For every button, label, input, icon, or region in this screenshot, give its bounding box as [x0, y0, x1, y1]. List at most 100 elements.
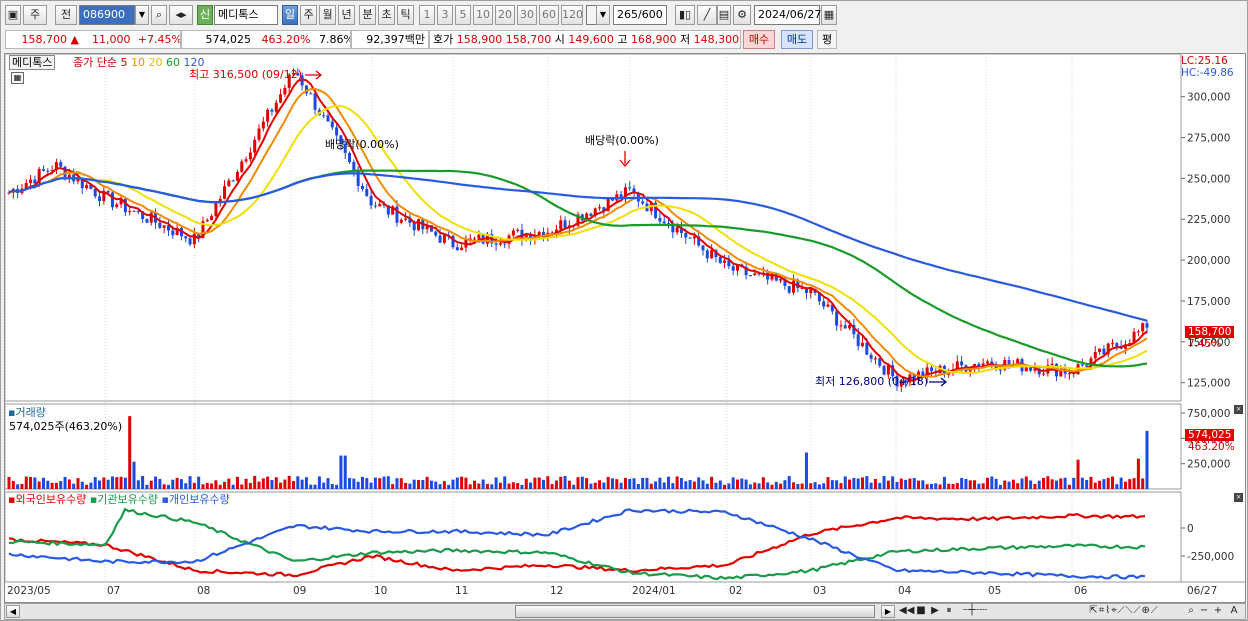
interval-60-button[interactable]: 60 — [539, 5, 559, 25]
volume-bar — [451, 479, 455, 489]
period-year-tab[interactable]: 년 — [338, 5, 355, 25]
count-field[interactable]: 265/600 — [613, 5, 667, 25]
volume-bar — [615, 479, 619, 489]
interval-dropdown-icon[interactable]: ▼ — [596, 5, 610, 25]
play-icon[interactable]: ▶ — [929, 605, 941, 618]
volume-bar — [1085, 479, 1089, 489]
period-week-tab[interactable]: 주 — [300, 5, 317, 25]
holding-y-tick-label: 0 — [1187, 523, 1194, 535]
chart-scrollbar[interactable]: ◀ ▶ ◀◀ ■ ▶ ⏸ ┈┼┈┈ ⇱⌗⌇⌖⟋⟍⟋⊕⟋ ⌕ − + A — [4, 603, 1246, 620]
interval-5-button[interactable]: 5 — [455, 5, 471, 25]
scroll-left-icon[interactable]: ◀ — [6, 605, 20, 618]
interval-20-button[interactable]: 20 — [495, 5, 515, 25]
volume-bar — [106, 479, 110, 489]
interval-3-button[interactable]: 3 — [437, 5, 453, 25]
plus-icon[interactable]: + — [1211, 605, 1225, 618]
volume-bar — [266, 476, 270, 489]
market-select[interactable]: 주 — [23, 5, 47, 25]
volume-bar — [343, 455, 347, 489]
volume-bar — [766, 482, 770, 489]
search-icon[interactable]: ⌕ — [151, 5, 167, 25]
candle-body — [929, 367, 933, 372]
interval-120-button[interactable]: 120 — [561, 5, 583, 25]
legend-institution-text: 기관보유수량 — [97, 493, 159, 506]
scroll-thumb[interactable] — [515, 605, 875, 618]
gear-icon[interactable]: ⚙ — [733, 5, 751, 25]
candle-body — [1067, 373, 1071, 375]
candle-body — [563, 220, 567, 228]
stock-name-field[interactable]: 메디톡스 — [214, 5, 278, 25]
volume-bar — [861, 477, 864, 489]
interval-1-button[interactable]: 1 — [419, 5, 435, 25]
window-icon[interactable]: ▣ — [5, 5, 21, 25]
volume-panel-close-icon[interactable]: × — [1234, 405, 1243, 414]
candle-body — [809, 289, 813, 294]
font-size-icon[interactable]: A — [1227, 605, 1241, 618]
volume-bar — [214, 480, 218, 489]
date-field[interactable]: 2024/06/27 — [754, 5, 821, 25]
volume-bar — [378, 478, 382, 489]
draw-tool-icon[interactable]: ╱ — [697, 5, 717, 25]
candle-icon[interactable]: ▮▯ — [675, 5, 695, 25]
chart-area[interactable]: 300,000 275,000 250,000 225,000 200,000 175,0… — [4, 53, 1246, 603]
interval-10-button[interactable]: 10 — [473, 5, 493, 25]
candle-body — [658, 217, 662, 222]
low-value: 148,300 — [693, 33, 740, 46]
period-second-tab[interactable]: 초 — [378, 5, 395, 25]
minus-icon[interactable]: − — [1198, 605, 1210, 618]
volume-bar — [705, 483, 709, 489]
volume-bar — [1080, 477, 1084, 489]
period-tick-tab[interactable]: 틱 — [397, 5, 414, 25]
buy-button[interactable]: 매수 — [743, 30, 775, 49]
code-dropdown-icon[interactable]: ▼ — [135, 5, 149, 25]
drawing-tools-icons[interactable]: ⇱⌗⌇⌖⟋⟍⟋⊕⟋ — [1065, 605, 1183, 618]
dividend-annotation-1: 배당락(0.00%) — [325, 138, 399, 151]
holding-panel-close-icon[interactable]: × — [1234, 493, 1243, 502]
code-input[interactable]: 086900 — [79, 5, 135, 25]
volume-bar — [248, 483, 252, 489]
volume-bar — [197, 476, 201, 489]
prev-select[interactable]: 전 — [55, 5, 77, 25]
candle-body — [184, 236, 188, 239]
zoom-out-search-icon[interactable]: ⌕ — [1185, 605, 1197, 618]
volume-bar — [1089, 476, 1093, 489]
volume-bar — [873, 479, 877, 489]
volume-bar — [783, 480, 787, 489]
speed-slider[interactable]: ┈┼┈┈ — [957, 605, 993, 618]
period-month-tab[interactable]: 월 — [319, 5, 336, 25]
interval-30-button[interactable]: 30 — [517, 5, 537, 25]
scroll-right-icon[interactable]: ▶ — [881, 605, 895, 618]
candle-body — [688, 237, 692, 239]
candle-body — [59, 162, 63, 167]
volume-bar — [29, 476, 33, 489]
candle-body — [1080, 364, 1084, 366]
volume-bar — [1141, 478, 1145, 489]
candle-body — [279, 94, 283, 103]
candle-body — [348, 152, 352, 162]
grid-toggle-icon[interactable]: ▦ — [11, 72, 24, 84]
print-icon[interactable]: ▤ — [717, 5, 731, 25]
volume-bar — [1076, 459, 1080, 489]
pause-icon[interactable]: ⏸ — [943, 605, 955, 618]
period-day-tab[interactable]: 일 — [282, 5, 298, 25]
volume-bar — [520, 484, 524, 489]
candle-body — [1029, 367, 1033, 371]
rewind-icon[interactable]: ◀◀ — [899, 605, 914, 618]
candle-body — [223, 186, 227, 199]
volume-bar — [223, 481, 227, 489]
volume-bar — [994, 478, 998, 489]
chart-title[interactable]: 메디톡스 — [9, 55, 56, 70]
sell-button[interactable]: 매도 — [781, 30, 813, 49]
period-minute-tab[interactable]: 분 — [359, 5, 376, 25]
calendar-icon[interactable]: ▦ — [821, 5, 837, 25]
volume-bar — [835, 480, 839, 489]
dividend-annotation-2: 배당락(0.00%) — [585, 134, 659, 147]
speaker-icon[interactable]: ◂▸ — [169, 5, 193, 25]
volume-bar — [688, 480, 692, 489]
volume-bar — [912, 477, 916, 489]
flat-button[interactable]: 평 — [817, 30, 837, 49]
stop-icon[interactable]: ■ — [915, 605, 927, 618]
turnover-value: 7.86% — [319, 33, 351, 46]
volume-bar — [563, 476, 567, 489]
volume-bar — [477, 483, 481, 489]
